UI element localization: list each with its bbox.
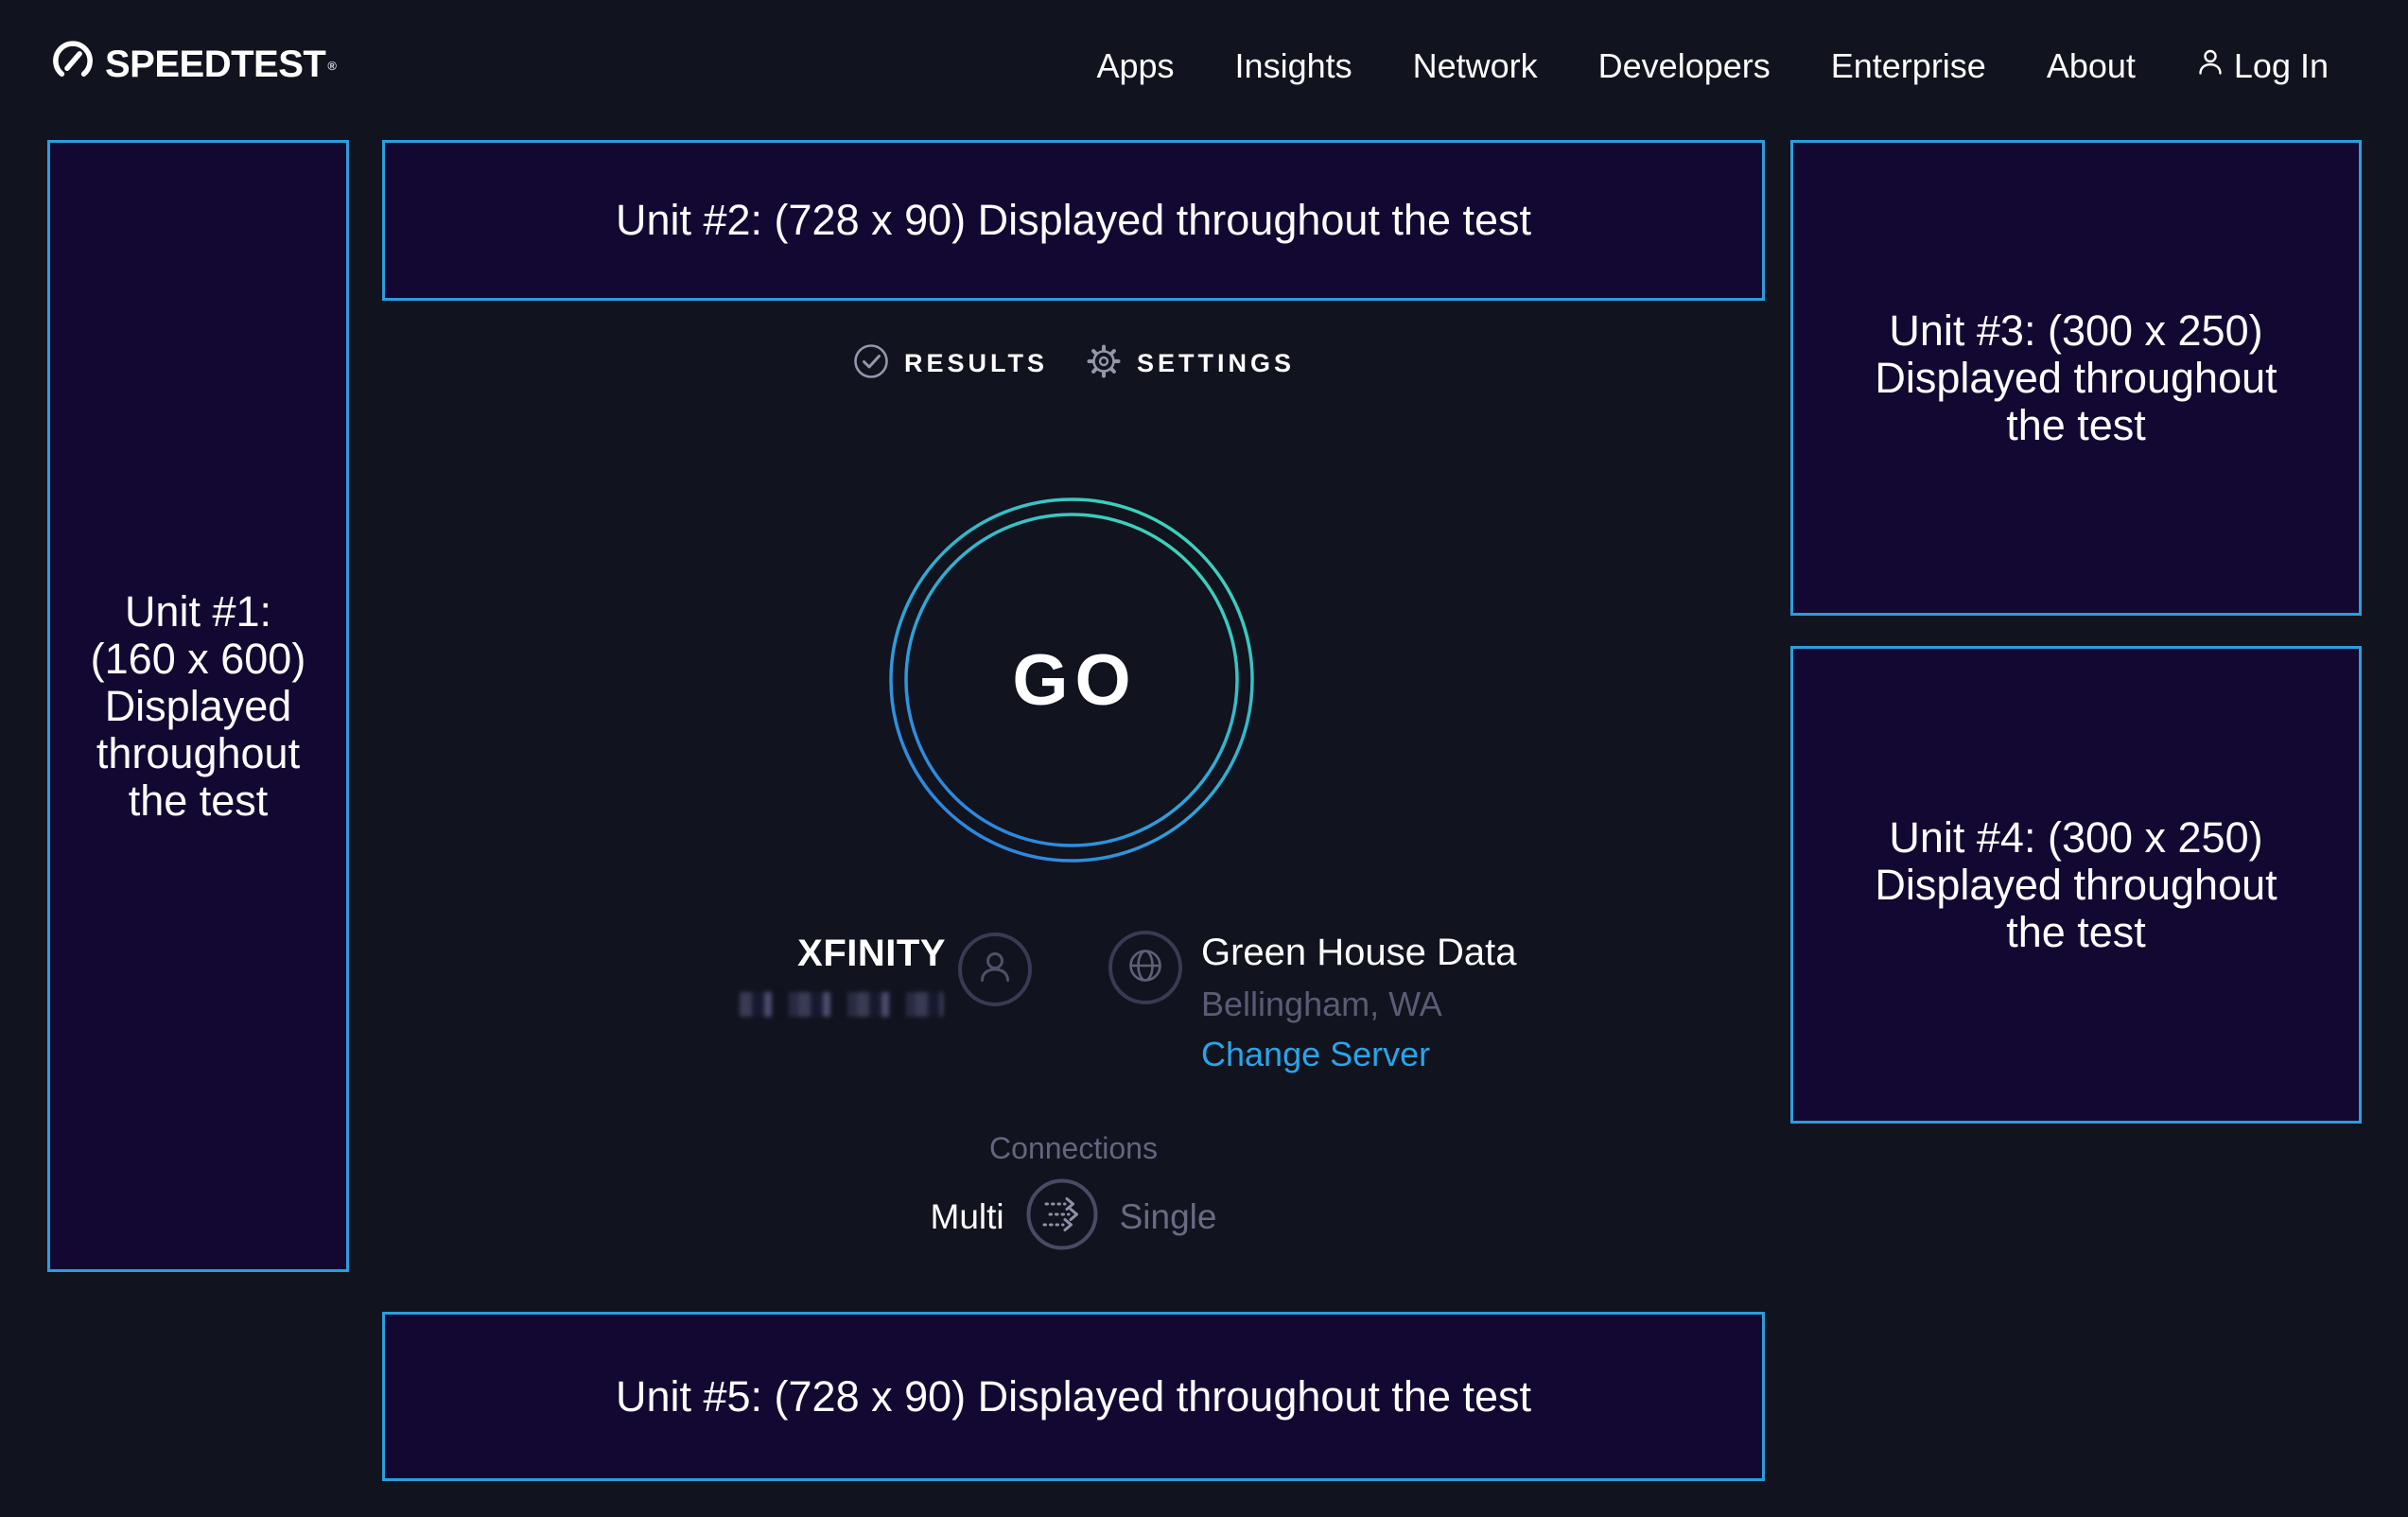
settings-tab-label: SETTINGS xyxy=(1137,349,1295,378)
change-server-link[interactable]: Change Server xyxy=(1201,1035,1430,1074)
redacted-ip-address xyxy=(740,992,943,1017)
isp-user-badge xyxy=(958,933,1032,1006)
gear-icon xyxy=(1085,342,1123,385)
tab-results[interactable]: RESULTS xyxy=(852,342,1048,385)
server-globe-badge xyxy=(1108,931,1182,1004)
connections-row: Multi Single xyxy=(382,1177,1765,1256)
connections-single-label: Single xyxy=(1120,1197,1217,1237)
connections-label: Connections xyxy=(382,1131,1765,1166)
registered-mark: ® xyxy=(327,59,336,73)
check-circle-icon xyxy=(852,342,890,385)
ad-unit-4-text: Unit #4: (300 x 250)Displayed throughout… xyxy=(1875,814,2277,956)
server-name: Green House Data xyxy=(1201,932,1517,974)
ad-unit-3-300x250[interactable]: Unit #3: (300 x 250)Displayed throughout… xyxy=(1790,140,2362,616)
isp-name: XFINITY xyxy=(700,933,946,975)
person-icon xyxy=(974,947,1016,993)
ad-unit-4-300x250[interactable]: Unit #4: (300 x 250)Displayed throughout… xyxy=(1790,646,2362,1124)
view-tabs: RESULTS SETTINGS xyxy=(382,342,1765,385)
ad-unit-1-160x600[interactable]: Unit #1:(160 x 600)Displayedthroughoutth… xyxy=(47,140,349,1272)
ad-unit-2-text: Unit #2: (728 x 90) Displayed throughout… xyxy=(616,197,1531,244)
brand-name: SPEEDTEST® xyxy=(105,40,336,89)
nav-item-enterprise[interactable]: Enterprise xyxy=(1831,46,1986,86)
connections-multi-label: Multi xyxy=(931,1197,1004,1237)
multi-connection-arrows-icon xyxy=(1025,1177,1099,1251)
nav-item-insights[interactable]: Insights xyxy=(1235,46,1352,86)
results-tab-label: RESULTS xyxy=(904,349,1048,378)
ad-unit-5-text: Unit #5: (728 x 90) Displayed throughout… xyxy=(616,1373,1531,1421)
nav-item-developers[interactable]: Developers xyxy=(1598,46,1771,86)
login-button[interactable]: Log In xyxy=(2196,46,2329,86)
speedtest-page: SPEEDTEST® Apps Insights Network Develop… xyxy=(0,0,2408,1517)
user-icon xyxy=(2196,46,2225,86)
speedtest-logo[interactable]: SPEEDTEST® xyxy=(52,40,336,89)
ad-unit-1-text: Unit #1:(160 x 600)Displayedthroughoutth… xyxy=(91,588,306,825)
go-label: GO xyxy=(888,497,1255,863)
tab-settings[interactable]: SETTINGS xyxy=(1085,342,1295,385)
server-location: Bellingham, WA xyxy=(1201,985,1442,1024)
main-nav: Apps Insights Network Developers Enterpr… xyxy=(1096,0,2329,132)
ad-unit-2-728x90[interactable]: Unit #2: (728 x 90) Displayed throughout… xyxy=(382,140,1765,301)
ad-unit-5-728x90[interactable]: Unit #5: (728 x 90) Displayed throughout… xyxy=(382,1312,1765,1481)
globe-icon xyxy=(1125,945,1166,991)
ad-unit-3-text: Unit #3: (300 x 250)Displayed throughout… xyxy=(1875,307,2277,449)
nav-item-about[interactable]: About xyxy=(2047,46,2136,86)
nav-item-apps[interactable]: Apps xyxy=(1096,46,1174,86)
go-button[interactable]: GO xyxy=(888,497,1255,863)
login-label: Log In xyxy=(2234,46,2329,86)
nav-item-network[interactable]: Network xyxy=(1413,46,1538,86)
speedtest-gauge-icon xyxy=(52,40,94,86)
connections-toggle[interactable] xyxy=(1025,1177,1099,1256)
